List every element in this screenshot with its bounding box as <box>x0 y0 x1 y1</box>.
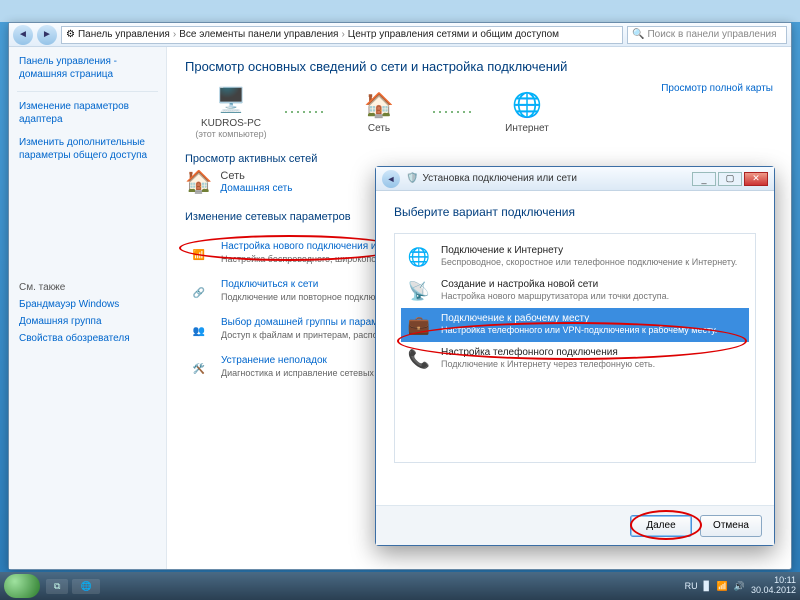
option-title: Настройка телефонного подключения <box>441 347 655 358</box>
crumb-lvl3[interactable]: Центр управления сетями и общим доступом <box>348 29 559 40</box>
task-item[interactable]: 🌐 <box>72 579 99 594</box>
nav-back-button[interactable]: ◄ <box>13 25 33 45</box>
sidebar: Панель управления - домашняя страница Из… <box>9 47 167 569</box>
network-type-link[interactable]: Домашняя сеть <box>220 183 292 194</box>
sidebar-item-home[interactable]: Панель управления - домашняя страница <box>19 56 117 80</box>
tray-network-icon[interactable]: 📶 <box>717 581 728 592</box>
option-desc: Настройка телефонного или VPN-подключени… <box>441 325 717 335</box>
active-networks-label: Просмотр активных сетей <box>185 153 773 165</box>
search-placeholder: Поиск в панели управления <box>647 29 776 40</box>
sidebar-see-also-label: См. также <box>19 282 156 293</box>
minimize-button[interactable]: _ <box>692 172 716 186</box>
option-title: Подключение к Интернету <box>441 245 737 256</box>
router-icon <box>405 279 433 303</box>
breadcrumb[interactable]: ⚙ Панель управления › Все элементы панел… <box>61 26 623 44</box>
wizard-option-new-network[interactable]: Создание и настройка новой сетиНастройка… <box>401 274 749 308</box>
sidebar-item-adapter[interactable]: Изменение параметров адаптера <box>19 101 129 125</box>
pc-icon <box>215 84 247 116</box>
group-icon <box>185 317 213 345</box>
pc-name: KUDROS-PC <box>201 118 261 129</box>
wizard-footer: Далее Отмена <box>376 505 774 545</box>
search-input[interactable]: 🔍 Поиск в панели управления <box>627 26 787 44</box>
network-name: Сеть <box>220 170 292 182</box>
sidebar-also-ie[interactable]: Свойства обозревателя <box>19 333 156 344</box>
wizard-titlebar[interactable]: ◄ Установка подключения или сети _ ▢ ✕ <box>376 167 774 191</box>
next-button[interactable]: Далее <box>630 515 692 537</box>
option-title: Создание и настройка новой сети <box>441 279 669 290</box>
wizard-back-button[interactable]: ◄ <box>382 170 400 188</box>
wizard-option-workplace[interactable]: 💼 Подключение к рабочему местуНастройка … <box>401 308 749 342</box>
close-button[interactable]: ✕ <box>744 172 768 186</box>
address-bar: ◄ ► ⚙ Панель управления › Все элементы п… <box>9 23 791 47</box>
shield-icon <box>406 173 418 184</box>
wizard-heading: Выберите вариант подключения <box>394 205 756 219</box>
pc-sub: (этот компьютер) <box>195 129 266 139</box>
full-map-link[interactable]: Просмотр полной карты <box>661 83 773 94</box>
wrench-icon <box>185 355 213 383</box>
taskbar: ⧉ 🌐 RU ▊ 📶 🔊 10:11 30.04.2012 <box>0 572 800 600</box>
start-button[interactable] <box>4 574 40 598</box>
tray-sound-icon[interactable]: 🔊 <box>734 581 745 592</box>
option-desc: Беспроводное, скоростное или телефонное … <box>441 257 737 267</box>
crumb-lvl2[interactable]: Все элементы панели управления <box>179 29 338 40</box>
wizard-option-internet[interactable]: Подключение к ИнтернетуБеспроводное, ско… <box>401 240 749 274</box>
net-label: Сеть <box>368 123 390 134</box>
system-tray: RU ▊ 📶 🔊 10:11 30.04.2012 <box>685 576 796 596</box>
tray-flag-icon[interactable]: ▊ <box>704 581 711 592</box>
tray-clock[interactable]: 10:11 30.04.2012 <box>751 576 796 596</box>
task-item[interactable]: ⧉ <box>46 579 68 594</box>
connection-wizard-dialog: ◄ Установка подключения или сети _ ▢ ✕ В… <box>375 166 775 546</box>
briefcase-icon: 💼 <box>405 313 433 337</box>
wizard-body: Выберите вариант подключения Подключение… <box>376 191 774 505</box>
inet-label: Интернет <box>505 123 549 134</box>
crumb-icon: ⚙ <box>66 29 75 40</box>
phone-icon <box>405 347 433 371</box>
globe-icon <box>405 245 433 269</box>
map-line <box>433 111 473 113</box>
tray-lang[interactable]: RU <box>685 581 698 591</box>
wizard-option-dialup[interactable]: Настройка телефонного подключенияПодключ… <box>401 342 749 376</box>
option-desc: Настройка нового маршрутизатора или точк… <box>441 291 669 301</box>
nav-fwd-button[interactable]: ► <box>37 25 57 45</box>
network-icon <box>185 279 213 307</box>
wizard-option-list: Подключение к ИнтернетуБеспроводное, ско… <box>394 233 756 463</box>
search-icon: 🔍 <box>632 29 644 40</box>
globe-icon <box>511 89 543 121</box>
map-node-internet[interactable]: Интернет <box>481 89 573 134</box>
option-title: Подключение к рабочему месту <box>441 313 717 324</box>
sidebar-also-firewall[interactable]: Брандмауэр Windows <box>19 299 156 310</box>
wizard-title: Установка подключения или сети <box>422 173 577 184</box>
sidebar-also-homegroup[interactable]: Домашняя группа <box>19 316 156 327</box>
map-node-network[interactable]: Сеть <box>333 89 425 134</box>
sidebar-item-sharing[interactable]: Изменить дополнительные параметры общего… <box>19 137 147 161</box>
signal-icon <box>185 241 213 269</box>
crumb-root[interactable]: Панель управления <box>78 29 170 40</box>
browser-chrome-blur <box>0 0 800 22</box>
maximize-button[interactable]: ▢ <box>718 172 742 186</box>
house-icon <box>363 89 395 121</box>
tray-date: 30.04.2012 <box>751 586 796 596</box>
map-line <box>285 111 325 113</box>
cancel-button[interactable]: Отмена <box>700 515 762 537</box>
option-desc: Подключение к Интернету через телефонную… <box>441 359 655 369</box>
house-icon <box>185 169 212 195</box>
main-heading: Просмотр основных сведений о сети и наст… <box>185 59 773 74</box>
map-node-pc[interactable]: KUDROS-PC (этот компьютер) <box>185 84 277 139</box>
